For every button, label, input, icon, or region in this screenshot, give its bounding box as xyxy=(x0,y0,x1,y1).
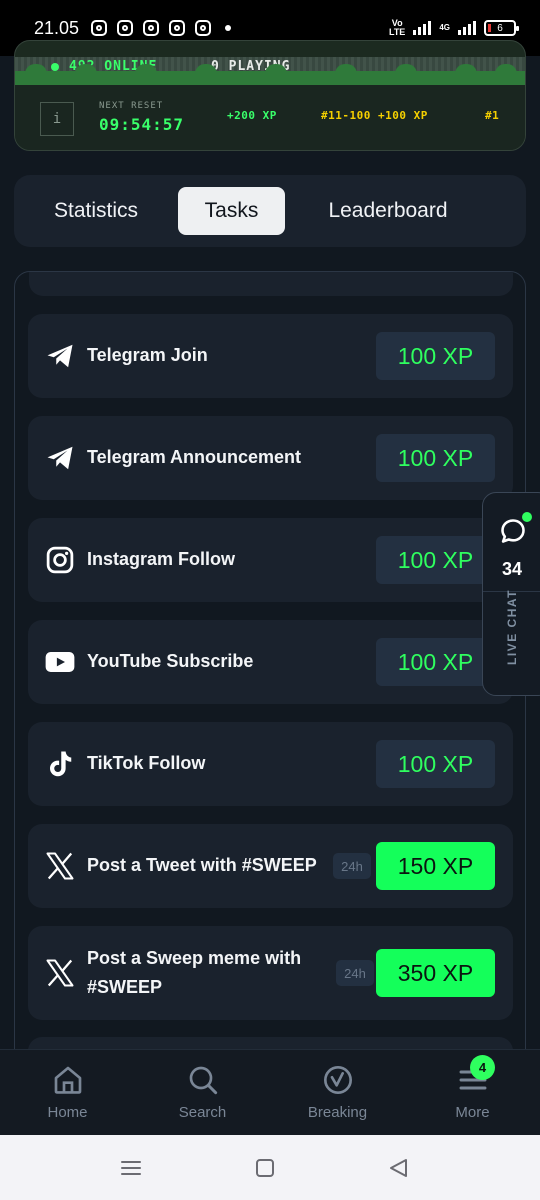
tiktok-icon xyxy=(45,749,75,779)
more-notification-badge: 4 xyxy=(470,1055,495,1080)
breaking-icon xyxy=(323,1066,352,1094)
task-label-line1: Post a Sweep meme with xyxy=(87,948,302,968)
nav-breaking-label: Breaking xyxy=(307,1104,368,1121)
reward-range: #11-100 +100 XP xyxy=(321,109,428,122)
task-card[interactable]: Post a Sweep meme with #SWEEP 24h 350 XP xyxy=(28,926,513,1020)
battery-icon: 6 xyxy=(484,20,519,36)
tab-leaderboard[interactable]: Leaderboard xyxy=(304,187,472,235)
task-label: Post a Sweep meme with #SWEEP xyxy=(87,944,301,1002)
volte-bottom-label: LTE xyxy=(388,27,406,37)
chat-online-count: 34 xyxy=(501,559,523,579)
reset-countdown: 09:54:57 xyxy=(99,115,185,134)
online-dot-icon xyxy=(522,512,532,522)
instagram-icon xyxy=(169,20,186,36)
status-time: 21.05 xyxy=(34,17,80,38)
next-reset-label: NEXT RESET xyxy=(99,101,164,111)
xp-reward-button[interactable]: 100 XP xyxy=(376,332,495,380)
tab-statistics[interactable]: Statistics xyxy=(28,187,164,235)
x-logo-icon xyxy=(45,958,75,988)
instagram-icon xyxy=(45,545,75,575)
nav-home[interactable]: Home xyxy=(0,1050,135,1136)
nav-search[interactable]: Search xyxy=(135,1050,270,1136)
info-button[interactable]: i xyxy=(40,102,74,136)
instagram-icon xyxy=(195,20,212,36)
duration-badge: 24h xyxy=(336,960,374,986)
task-card[interactable]: YouTube Subscribe 100 XP xyxy=(28,620,513,704)
recents-icon[interactable] xyxy=(116,1153,146,1183)
instagram-icon xyxy=(143,20,160,36)
instagram-icon xyxy=(117,20,134,36)
volte-icon: Vo LTE xyxy=(389,19,405,37)
search-icon xyxy=(189,1066,217,1095)
xp-reward-button[interactable]: 100 XP xyxy=(376,740,495,788)
xp-reward-button[interactable]: 100 XP xyxy=(376,434,495,482)
task-list[interactable]: Telegram Join 100 XP Telegram Announceme… xyxy=(14,271,526,1071)
live-chat-button[interactable]: 34 LIVE CHAT xyxy=(482,492,540,696)
task-card[interactable]: TikTok Follow 100 XP xyxy=(28,722,513,806)
more-notifications-dot-icon xyxy=(225,25,232,31)
home-icon xyxy=(54,1066,81,1094)
task-card-partial xyxy=(29,272,513,296)
task-label: Telegram Announcement xyxy=(87,447,302,467)
duration-badge: 24h xyxy=(333,853,371,879)
reward-top: +200 XP xyxy=(227,109,277,122)
xp-reward-button[interactable]: 150 XP xyxy=(376,842,495,890)
signal-icon-2 xyxy=(458,21,476,35)
battery-level: 6 xyxy=(497,22,503,34)
network-4g-icon: 4G xyxy=(439,24,450,32)
task-label: YouTube Subscribe xyxy=(87,651,254,671)
system-navigation-bar xyxy=(0,1135,540,1200)
xp-reward-button[interactable]: 100 XP xyxy=(376,536,495,584)
task-label-line2: #SWEEP xyxy=(87,977,163,997)
nav-home-label: Home xyxy=(47,1104,88,1121)
task-label: TikTok Follow xyxy=(87,753,206,773)
section-tabs: Statistics Tasks Leaderboard xyxy=(14,175,526,247)
nav-more-label: More xyxy=(455,1104,490,1121)
network-label: 4G xyxy=(439,23,450,32)
task-label: Instagram Follow xyxy=(87,549,236,569)
reward-first: #1 xyxy=(485,109,500,122)
x-logo-icon xyxy=(45,851,75,881)
telegram-icon xyxy=(45,443,75,473)
task-label: Telegram Join xyxy=(87,345,208,365)
task-card[interactable]: Telegram Announcement 100 XP xyxy=(28,416,513,500)
game-banner[interactable]: 492 ONLINE 0 PLAYING i NEXT RESET 09:54:… xyxy=(14,40,526,151)
bottom-nav: Home Search Breaking More xyxy=(0,1049,540,1135)
live-chat-label: LIVE CHAT xyxy=(505,589,519,665)
task-card[interactable]: Telegram Join 100 XP xyxy=(28,314,513,398)
online-dot-icon xyxy=(51,62,59,71)
youtube-icon xyxy=(45,647,75,677)
instagram-icon xyxy=(91,20,108,36)
signal-icon xyxy=(413,21,432,35)
xp-reward-button[interactable]: 350 XP xyxy=(376,949,495,997)
status-indicators: Vo LTE 4G 6 xyxy=(389,19,519,37)
task-card[interactable]: Post a Tweet with #SWEEP 24h 150 XP xyxy=(28,824,513,908)
home-square-icon[interactable] xyxy=(250,1153,280,1183)
xp-reward-button[interactable]: 100 XP xyxy=(376,638,495,686)
back-triangle-icon[interactable] xyxy=(383,1153,413,1183)
chat-bubble-icon xyxy=(501,519,525,543)
task-card[interactable]: Instagram Follow 100 XP xyxy=(28,518,513,602)
nav-search-label: Search xyxy=(178,1104,227,1121)
task-label: Post a Tweet with #SWEEP xyxy=(87,855,317,875)
grass-decoration xyxy=(15,64,525,85)
telegram-icon xyxy=(45,341,75,371)
tab-tasks[interactable]: Tasks xyxy=(178,187,285,235)
game-reward-row: i NEXT RESET 09:54:57 +200 XP #11-100 +1… xyxy=(15,85,525,150)
nav-breaking[interactable]: Breaking xyxy=(270,1050,405,1136)
